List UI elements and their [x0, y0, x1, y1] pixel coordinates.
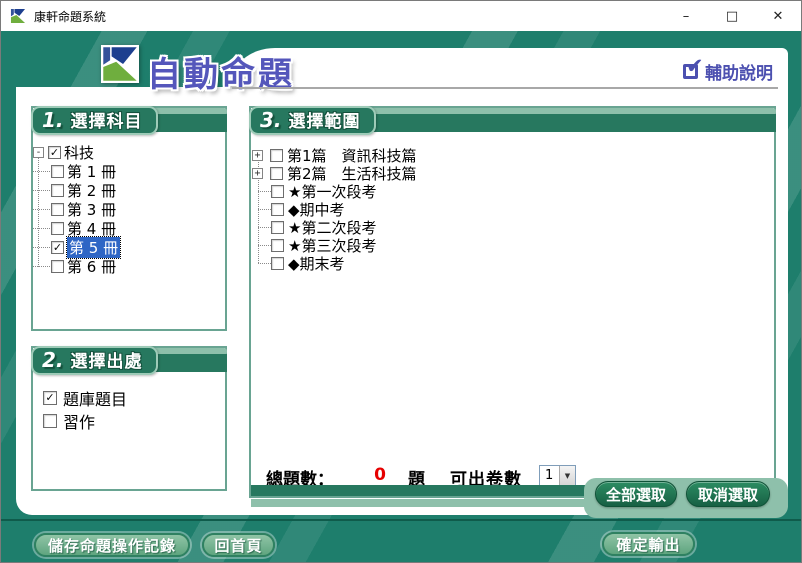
section-number: 1. — [42, 108, 64, 132]
tree-item-label[interactable]: 第 6 冊 — [67, 256, 116, 277]
tree-stub — [33, 190, 50, 191]
source-panel: 2. 選擇出處 ✓ 題庫題目 習作 — [31, 346, 227, 491]
tree-stub — [258, 263, 271, 264]
minimize-button[interactable]: – — [663, 1, 709, 31]
tree-row[interactable]: 第 3 冊 — [33, 200, 225, 219]
checkbox-unchecked[interactable] — [271, 221, 284, 234]
checkbox-unchecked[interactable] — [51, 184, 64, 197]
subject-tree: - ✓ 科技 第 1 冊 第 2 冊 第 3 冊 — [33, 143, 225, 276]
save-record-button[interactable]: 儲存命題操作記錄 — [34, 533, 190, 557]
source-section-header: 2. 選擇出處 — [31, 346, 227, 378]
papers-count-select[interactable]: 1 ▼ — [539, 465, 576, 486]
tree-stub — [33, 171, 50, 172]
checkbox-unchecked[interactable] — [271, 239, 284, 252]
header-dark-band — [151, 114, 227, 132]
subject-panel: 1. 選擇科目 - ✓ 科技 第 1 冊 第 2 冊 — [31, 106, 227, 331]
tree-item-label[interactable]: 第 2 冊 — [67, 180, 116, 201]
tree-row[interactable]: + 第2篇 生活科技篇 — [252, 164, 774, 182]
tree-row[interactable]: 第 4 冊 — [33, 219, 225, 238]
help-check-icon: ✔ — [683, 64, 698, 79]
deselect-all-button[interactable]: 取消選取 — [686, 481, 770, 507]
header-dark-band — [151, 354, 227, 372]
tree-row[interactable]: ◆期中考 — [252, 200, 774, 218]
tree-row[interactable]: 第 1 冊 — [33, 162, 225, 181]
tree-row[interactable]: ★第三次段考 — [252, 236, 774, 254]
checkbox-unchecked[interactable] — [51, 203, 64, 216]
total-questions-value: 0 — [363, 465, 397, 485]
checkbox-unchecked[interactable] — [271, 257, 284, 270]
subject-header-tab: 1. 選擇科目 — [31, 106, 158, 135]
checkbox-label[interactable]: 習作 — [63, 409, 95, 433]
tree-stub — [33, 209, 50, 210]
section-number: 2. — [42, 348, 64, 372]
tree-stub — [258, 227, 271, 228]
window-title: 康軒命題系統 — [34, 8, 106, 25]
section-title: 選擇出處 — [71, 347, 143, 372]
collapse-icon[interactable]: - — [33, 147, 44, 158]
header-logo-icon — [101, 45, 139, 83]
titlebar: 康軒命題系統 – □ ✕ — [1, 1, 801, 31]
tree-row[interactable]: ★第二次段考 — [252, 218, 774, 236]
subject-section-header: 1. 選擇科目 — [31, 106, 227, 138]
checkbox-item[interactable]: ✓ 題庫題目 — [43, 386, 221, 409]
tree-stub — [33, 228, 50, 229]
tree-item-label[interactable]: 第 5 冊 — [67, 237, 120, 258]
header-divider-line — [232, 87, 778, 89]
checkbox-unchecked[interactable] — [51, 165, 64, 178]
tree-row-selected[interactable]: ✓ 第 5 冊 — [33, 238, 225, 257]
tree-stub — [258, 209, 271, 210]
checkbox-unchecked[interactable] — [51, 222, 64, 235]
tree-item-label[interactable]: ◆期末考 — [288, 253, 345, 274]
tree-stub — [33, 266, 50, 267]
help-label: 輔助說明 — [705, 59, 773, 84]
tree-row[interactable]: + 第1篇 資訊科技篇 — [252, 146, 774, 164]
section-title: 選擇範圍 — [289, 107, 361, 132]
tree-stub — [258, 191, 271, 192]
tree-row-root[interactable]: - ✓ 科技 — [33, 143, 225, 162]
range-header-tab: 3. 選擇範圍 — [249, 106, 376, 135]
papers-count-value: 1 — [540, 466, 559, 485]
section-title: 選擇科目 — [71, 107, 143, 132]
checkbox-checked[interactable]: ✓ — [43, 391, 57, 405]
footer-divider-line — [1, 519, 801, 521]
checkbox-label[interactable]: 題庫題目 — [63, 386, 127, 410]
tree-item-label[interactable]: 科技 — [64, 142, 94, 163]
source-header-tab: 2. 選擇出處 — [31, 346, 158, 375]
tree-item-label[interactable]: 第 3 冊 — [67, 199, 116, 220]
checkbox-unchecked[interactable] — [43, 414, 57, 428]
checkbox-unchecked[interactable] — [51, 260, 64, 273]
checkbox-checked[interactable]: ✓ — [48, 146, 61, 159]
range-tree: + 第1篇 資訊科技篇 + 第2篇 生活科技篇 ★第一次段考 ◆期中考 — [252, 138, 774, 272]
checkbox-unchecked[interactable] — [271, 185, 284, 198]
checkbox-checked[interactable]: ✓ — [51, 241, 64, 254]
confirm-output-button[interactable]: 確定輸出 — [602, 532, 695, 556]
tree-row[interactable]: 第 6 冊 — [33, 257, 225, 276]
help-link[interactable]: ✔ 輔助說明 — [683, 59, 773, 84]
expand-icon[interactable]: + — [252, 150, 263, 161]
checkbox-unchecked[interactable] — [270, 167, 283, 180]
range-panel: 3. 選擇範圍 + 第1篇 資訊科技篇 + 第2篇 生活科技篇 ★第一次段考 — [249, 106, 776, 498]
app-logo-icon — [10, 8, 26, 24]
tree-row[interactable]: 第 2 冊 — [33, 181, 225, 200]
tree-item-label[interactable]: 第 1 冊 — [67, 161, 116, 182]
app-window: 康軒命題系統 – □ ✕ 自動命題 ✔ 輔助說明 1. 選擇科目 — [0, 0, 802, 563]
checkbox-unchecked[interactable] — [270, 149, 283, 162]
tree-row[interactable]: ◆期末考 — [252, 254, 774, 272]
maximize-button[interactable]: □ — [709, 1, 755, 31]
checkbox-item[interactable]: 習作 — [43, 409, 221, 432]
tree-stub — [33, 247, 50, 248]
source-checkbox-list: ✓ 題庫題目 習作 — [43, 386, 221, 432]
select-all-button[interactable]: 全部選取 — [595, 481, 677, 507]
tree-row[interactable]: ★第一次段考 — [252, 182, 774, 200]
checkbox-unchecked[interactable] — [271, 203, 284, 216]
section-number: 3. — [260, 108, 282, 132]
home-button[interactable]: 回首頁 — [202, 533, 275, 557]
dropdown-arrow-icon[interactable]: ▼ — [559, 466, 575, 485]
tree-stub — [258, 245, 271, 246]
range-section-header: 3. 選擇範圍 — [249, 106, 776, 138]
close-button[interactable]: ✕ — [755, 1, 801, 31]
expand-icon[interactable]: + — [252, 168, 263, 179]
tree-item-label[interactable]: 第 4 冊 — [67, 218, 116, 239]
header-dark-band — [369, 114, 776, 132]
